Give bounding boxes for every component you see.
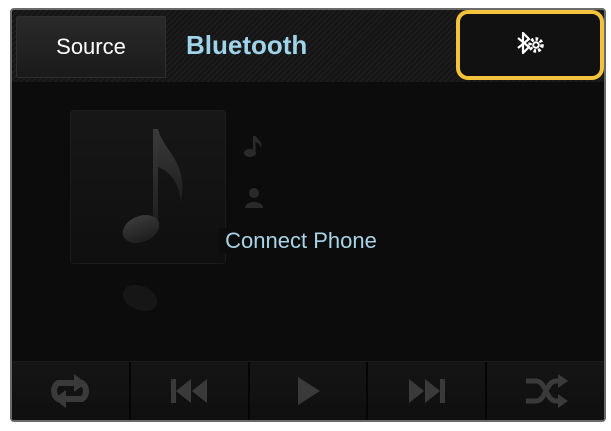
- skip-previous-icon: [171, 379, 208, 403]
- artist-icon: [245, 188, 263, 208]
- connection-status: Connect Phone: [12, 228, 604, 254]
- bluetooth-settings-button[interactable]: [456, 10, 604, 80]
- play-button[interactable]: [249, 362, 369, 420]
- header-bar: Source Bluetooth: [12, 10, 604, 82]
- repeat-button[interactable]: [12, 362, 131, 420]
- connect-phone-label: Connect Phone: [219, 228, 383, 253]
- playback-controls: [12, 361, 604, 420]
- album-art-reflection: [122, 284, 158, 312]
- source-button[interactable]: Source: [16, 16, 166, 78]
- bluetooth-settings-icon: [517, 31, 544, 55]
- play-icon: [297, 377, 320, 405]
- page-title: Bluetooth: [186, 30, 308, 60]
- repeat-icon: [51, 374, 90, 408]
- shuffle-icon: [525, 374, 568, 408]
- shuffle-button[interactable]: [487, 362, 604, 420]
- next-track-button[interactable]: [368, 362, 488, 420]
- skip-next-icon: [408, 379, 445, 403]
- previous-track-button[interactable]: [130, 362, 250, 420]
- bluetooth-audio-screen: Source Bluetooth Connect Phone: [10, 8, 606, 422]
- track-note-icon: [244, 136, 262, 157]
- source-button-label: Source: [56, 34, 126, 59]
